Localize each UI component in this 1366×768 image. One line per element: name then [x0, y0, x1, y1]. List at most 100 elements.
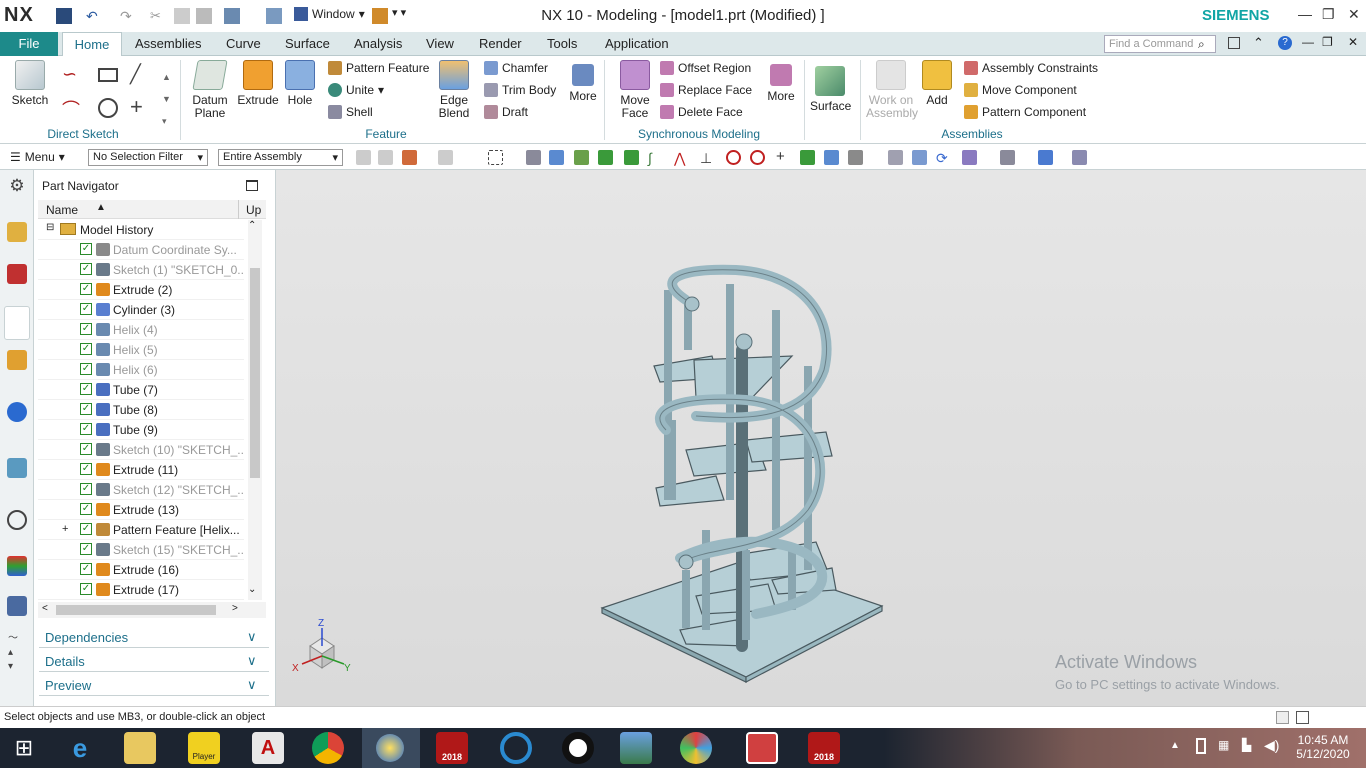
add-component-button[interactable]: Add [922, 60, 952, 107]
signal-icon[interactable]: ▙ [1242, 738, 1251, 752]
rotate-icon[interactable]: ⟳ [936, 150, 951, 166]
feature-row[interactable]: ✓ Extrude (16) [38, 560, 244, 580]
visibility-checkbox[interactable]: ✓ [80, 543, 92, 555]
presentation-icon[interactable] [746, 732, 778, 764]
surface-button[interactable]: Surface [810, 66, 851, 113]
visibility-checkbox[interactable]: ✓ [80, 323, 92, 335]
doc-close-button[interactable]: ✕ [1348, 35, 1358, 49]
existing-point-snap-icon[interactable]: + [776, 149, 791, 165]
collapse-ribbon-icon[interactable]: ⌃ [1253, 35, 1264, 51]
help-icon[interactable]: ? [1278, 36, 1292, 50]
feature-row[interactable]: ✓ Extrude (11) [38, 460, 244, 480]
tab-analysis[interactable]: Analysis [354, 36, 402, 51]
point-on-face-snap-icon[interactable] [824, 150, 839, 165]
web-browser-icon[interactable] [7, 458, 27, 478]
feature-row[interactable]: ✓ Tube (7) [38, 380, 244, 400]
sketch-button[interactable]: Sketch [10, 60, 50, 107]
sketch-gallery-scroll[interactable]: ▲ ▼ ▾ [162, 66, 171, 132]
minimize-button[interactable]: — [1298, 6, 1312, 22]
status-toggle-icon[interactable] [1276, 711, 1289, 724]
general-selection-icon[interactable] [356, 150, 371, 165]
doc-minimize-button[interactable]: — [1302, 35, 1314, 49]
feature-row[interactable]: ✓ Sketch (15) "SKETCH_... [38, 540, 244, 560]
replace-face-button[interactable]: Replace Face [660, 83, 752, 97]
feature-row[interactable]: ✓ Datum Coordinate Sy... [38, 240, 244, 260]
move-component-button[interactable]: Move Component [964, 83, 1077, 97]
pattern-feature-button[interactable]: Pattern Feature [328, 61, 429, 75]
solidworks-2018-icon[interactable]: 2018 [436, 732, 468, 764]
tab-tools[interactable]: Tools [547, 36, 577, 51]
fullscreen-icon[interactable] [1228, 37, 1240, 49]
bounded-grid-icon[interactable] [848, 150, 863, 165]
record-icon[interactable] [562, 732, 594, 764]
quadrant-snap-icon[interactable] [750, 150, 765, 165]
assembly-constraints-button[interactable]: Assembly Constraints [964, 61, 1098, 75]
doc-restore-button[interactable]: ❐ [1322, 35, 1333, 49]
feature-more-button[interactable]: More [566, 64, 600, 103]
network-icon[interactable]: ▦ [1218, 738, 1229, 752]
tab-view[interactable]: View [426, 36, 454, 51]
photos-icon[interactable] [620, 732, 652, 764]
visibility-checkbox[interactable]: ✓ [80, 583, 92, 595]
arc-center-snap-icon[interactable]: ⊥ [700, 150, 715, 166]
details-panel[interactable]: Details ∨ [39, 650, 269, 672]
hole-button[interactable]: Hole [284, 60, 316, 107]
tab-assemblies[interactable]: Assemblies [135, 36, 201, 51]
expand-icon[interactable]: + [62, 523, 68, 535]
center-snap-icon[interactable] [726, 150, 741, 165]
visibility-checkbox[interactable]: ✓ [80, 483, 92, 495]
visibility-checkbox[interactable]: ✓ [80, 383, 92, 395]
player-icon[interactable]: Player [188, 732, 220, 764]
nx-icon[interactable] [362, 728, 420, 768]
scroll-down-arrow[interactable]: ⌄ [248, 584, 256, 595]
show-hide-icon[interactable] [1072, 150, 1087, 165]
show-hidden-icons[interactable]: ▲ [1170, 740, 1180, 751]
feature-row[interactable]: ✓ Sketch (10) "SKETCH_... [38, 440, 244, 460]
maximize-panel-icon[interactable] [246, 180, 258, 191]
preview-panel[interactable]: Preview ∨ [39, 674, 269, 696]
gear-icon[interactable]: ⚙ [7, 176, 27, 196]
tree-vertical-scrollbar[interactable]: ⌃ ⌄ [248, 220, 262, 600]
unite-button[interactable]: Unite ▾ [328, 83, 384, 97]
internet-explorer-icon[interactable]: e [64, 732, 96, 764]
search-icon[interactable]: ⌕ [1198, 37, 1205, 52]
visibility-checkbox[interactable]: ✓ [80, 523, 92, 535]
pattern-component-button[interactable]: Pattern Component [964, 105, 1086, 119]
feature-row[interactable]: ✓ Extrude (13) [38, 500, 244, 520]
paint-icon[interactable] [680, 732, 712, 764]
orient-view-icon[interactable] [962, 150, 977, 165]
volume-icon[interactable]: ◀) [1264, 737, 1279, 754]
assembly-selection-icon[interactable] [378, 150, 393, 165]
shell-button[interactable]: Shell [328, 105, 373, 119]
delete-face-button[interactable]: Delete Face [660, 105, 743, 119]
part-navigator-icon[interactable] [4, 306, 30, 340]
scrollbar-thumb[interactable] [250, 268, 260, 478]
work-on-assembly-button[interactable]: Work on Assembly [866, 60, 918, 120]
scroll-left-arrow[interactable]: < [42, 603, 48, 614]
scroll-right-arrow[interactable]: > [232, 603, 238, 614]
tab-surface[interactable]: Surface [285, 36, 330, 51]
extrude-button[interactable]: Extrude [236, 60, 280, 107]
tab-home[interactable]: Home [62, 32, 122, 57]
file-explorer-icon[interactable] [124, 732, 156, 764]
visibility-checkbox[interactable]: ✓ [80, 363, 92, 375]
offset-region-button[interactable]: Offset Region [660, 61, 751, 75]
menu-button[interactable]: ☰ Menu ▾ [10, 150, 65, 164]
trim-body-button[interactable]: Trim Body [484, 83, 556, 97]
render-style-icon[interactable] [1000, 150, 1015, 165]
restore-button[interactable]: ❐ [1322, 6, 1335, 23]
intersection-snap-icon[interactable]: ⋀ [674, 150, 689, 166]
curve-snap-icon[interactable]: ∫ [648, 150, 663, 166]
sort-ascending-icon[interactable]: ▲ [96, 202, 106, 213]
visibility-checkbox[interactable]: ✓ [80, 563, 92, 575]
feature-row[interactable]: ✓ Tube (8) [38, 400, 244, 420]
horizontal-scrollbar-thumb[interactable] [56, 605, 216, 615]
feature-row[interactable]: ✓ Helix (4) [38, 320, 244, 340]
select-face-icon[interactable] [526, 150, 541, 165]
tab-file[interactable]: File [0, 32, 58, 56]
full-screen-icon[interactable] [1296, 711, 1309, 724]
history-icon[interactable] [7, 510, 27, 530]
feature-row[interactable]: ✓ Helix (6) [38, 360, 244, 380]
process-studio-icon[interactable] [7, 596, 27, 616]
resource-bar-scroll[interactable]: ～ ▴ ▾ [8, 632, 18, 674]
